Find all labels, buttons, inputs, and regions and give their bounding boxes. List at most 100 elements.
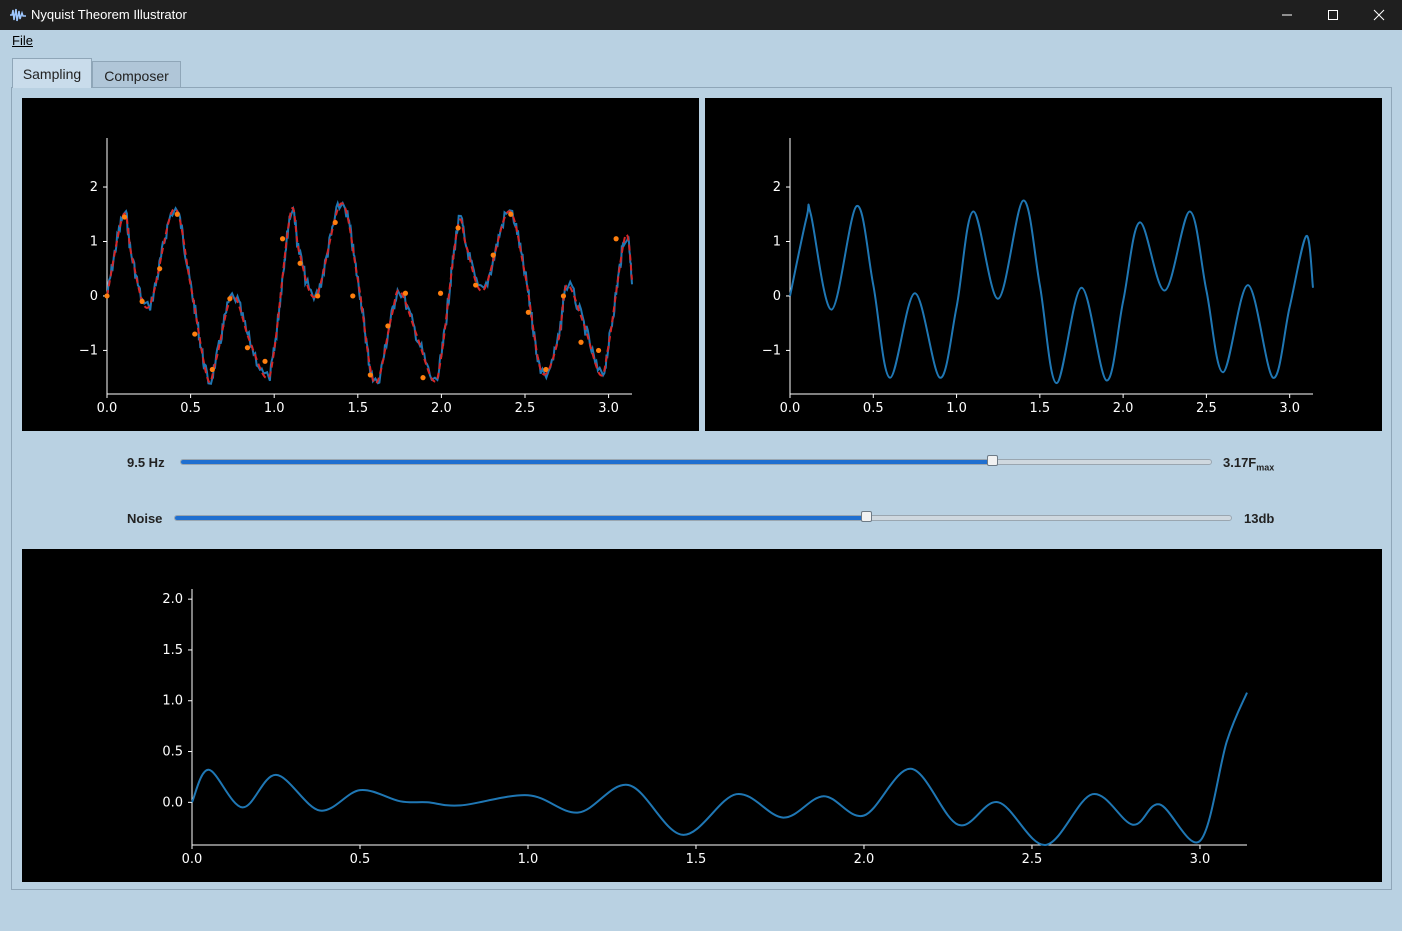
x-tick-label: 2.5	[515, 401, 536, 416]
sample-point	[578, 339, 584, 345]
x-tick-label: 1.5	[1029, 401, 1050, 416]
sample-point	[315, 293, 321, 299]
y-tick-label: 0	[773, 289, 781, 304]
tab-composer-label: Composer	[104, 68, 169, 84]
x-tick-label: 2.5	[1022, 852, 1043, 867]
sample-point	[121, 214, 128, 220]
x-tick-label: 0.5	[350, 852, 371, 867]
sample-point	[279, 236, 286, 242]
sample-point	[350, 293, 356, 299]
minimize-button[interactable]	[1264, 0, 1310, 30]
x-tick-label: 2.0	[1113, 401, 1134, 416]
close-button[interactable]	[1356, 0, 1402, 30]
x-tick-label: 1.0	[264, 401, 285, 416]
noise-label: Noise	[127, 511, 163, 526]
x-tick-label: 0.0	[97, 401, 118, 416]
sample-point	[595, 347, 602, 354]
minimize-icon	[1282, 14, 1292, 16]
error-plot: 0.0 0.5 1.0 1.5 2.0 2.5 3.0 0.0 0.5 1.0 1.5 2.0	[22, 549, 1382, 882]
x-tick-label: 3.0	[1279, 401, 1300, 416]
sample-point	[508, 211, 514, 217]
window-title: Nyquist Theorem Illustrator	[31, 7, 187, 22]
y-tick-label: −1	[79, 343, 98, 358]
y-tick-label: 2.0	[162, 592, 183, 607]
y-tick-label: 1.5	[162, 643, 183, 658]
y-tick-label: 2	[773, 180, 781, 195]
frequency-slider-handle[interactable]	[986, 455, 998, 466]
maximize-button[interactable]	[1310, 0, 1356, 30]
y-tick-label: 1	[773, 234, 781, 249]
menu-file[interactable]: File	[12, 33, 33, 48]
sample-point	[139, 298, 145, 305]
noise-slider-handle[interactable]	[860, 511, 872, 522]
sample-point	[525, 309, 531, 315]
frequency-slider-fill	[181, 460, 993, 464]
sample-point	[192, 331, 198, 337]
sample-point	[543, 366, 549, 373]
tab-sampling[interactable]: Sampling	[12, 58, 92, 88]
sample-point	[385, 323, 391, 329]
sample-point	[209, 366, 215, 373]
x-tick-label: 1.0	[518, 852, 539, 867]
sample-point	[244, 345, 251, 351]
sampled-signal-plot: 0.0 0.5 1.0 1.5 2.0 2.5 3.0 −1 0 1 2	[22, 98, 699, 431]
sample-point	[332, 219, 338, 226]
reconstructed-signal-line	[106, 202, 633, 385]
frequency-value-sub: max	[1256, 462, 1275, 473]
sample-point	[490, 252, 496, 258]
x-tick-label: 0.5	[180, 401, 201, 416]
sample-point	[473, 282, 479, 288]
x-tick-label: 0.5	[863, 401, 884, 416]
sample-point	[560, 293, 567, 299]
sampled-signal-chart: 0.0 0.5 1.0 1.5 2.0 2.5 3.0 −1 0 1 2	[79, 138, 633, 416]
x-tick-label: 1.5	[686, 852, 707, 867]
menu-bar: File	[0, 30, 1402, 51]
y-tick-label: 2	[90, 180, 98, 195]
x-tick-label: 2.5	[1196, 401, 1217, 416]
x-tick-label: 0.0	[182, 852, 203, 867]
original-signal-chart: 0.0 0.5 1.0 1.5 2.0 2.5 3.0 −1 0 1 2	[762, 138, 1314, 416]
sample-point	[262, 358, 268, 364]
noise-slider-fill	[175, 516, 867, 520]
title-bar: Nyquist Theorem Illustrator	[0, 0, 1402, 30]
signal-line	[191, 692, 1248, 847]
sample-point	[227, 296, 233, 302]
x-tick-label: 3.0	[1190, 852, 1211, 867]
x-tick-label: 1.5	[347, 401, 368, 416]
maximize-icon	[1328, 10, 1338, 20]
sample-point	[157, 266, 163, 272]
x-tick-label: 3.0	[598, 401, 619, 416]
tab-sampling-label: Sampling	[22, 66, 82, 82]
y-tick-label: −1	[762, 343, 781, 358]
sample-point	[455, 225, 461, 231]
original-signal-plot: 0.0 0.5 1.0 1.5 2.0 2.5 3.0 −1 0 1 2	[705, 98, 1382, 431]
frequency-value-main: 3.17F	[1223, 455, 1257, 470]
menu-file-label: File	[12, 33, 33, 48]
sample-point	[613, 236, 619, 242]
tab-composer[interactable]: Composer	[92, 61, 181, 88]
frequency-value: 3.17Fmax	[1223, 455, 1274, 473]
sample-point	[437, 290, 444, 296]
x-tick-label: 1.0	[946, 401, 967, 416]
y-tick-label: 1	[90, 234, 98, 249]
frequency-label: 9.5 Hz	[127, 455, 165, 470]
sample-point	[297, 260, 303, 266]
y-tick-label: 0.0	[162, 795, 183, 810]
signal-line	[789, 199, 1314, 385]
sample-point	[104, 293, 110, 299]
sample-point	[402, 290, 409, 296]
noise-slider[interactable]	[174, 511, 1232, 522]
x-tick-label: 2.0	[431, 401, 452, 416]
y-tick-label: 0	[90, 289, 98, 304]
error-chart: 0.0 0.5 1.0 1.5 2.0 2.5 3.0 0.0 0.5 1.0 1.5 2.0	[162, 589, 1248, 867]
app-icon	[10, 8, 26, 22]
y-tick-label: 1.0	[162, 694, 183, 709]
y-tick-label: 0.5	[162, 745, 183, 760]
sample-point	[420, 375, 426, 381]
sample-point	[367, 372, 373, 378]
x-tick-label: 2.0	[854, 852, 875, 867]
frequency-slider[interactable]	[180, 455, 1212, 466]
noise-value: 13db	[1244, 511, 1275, 526]
close-icon	[1373, 9, 1385, 21]
sample-point	[174, 211, 180, 217]
